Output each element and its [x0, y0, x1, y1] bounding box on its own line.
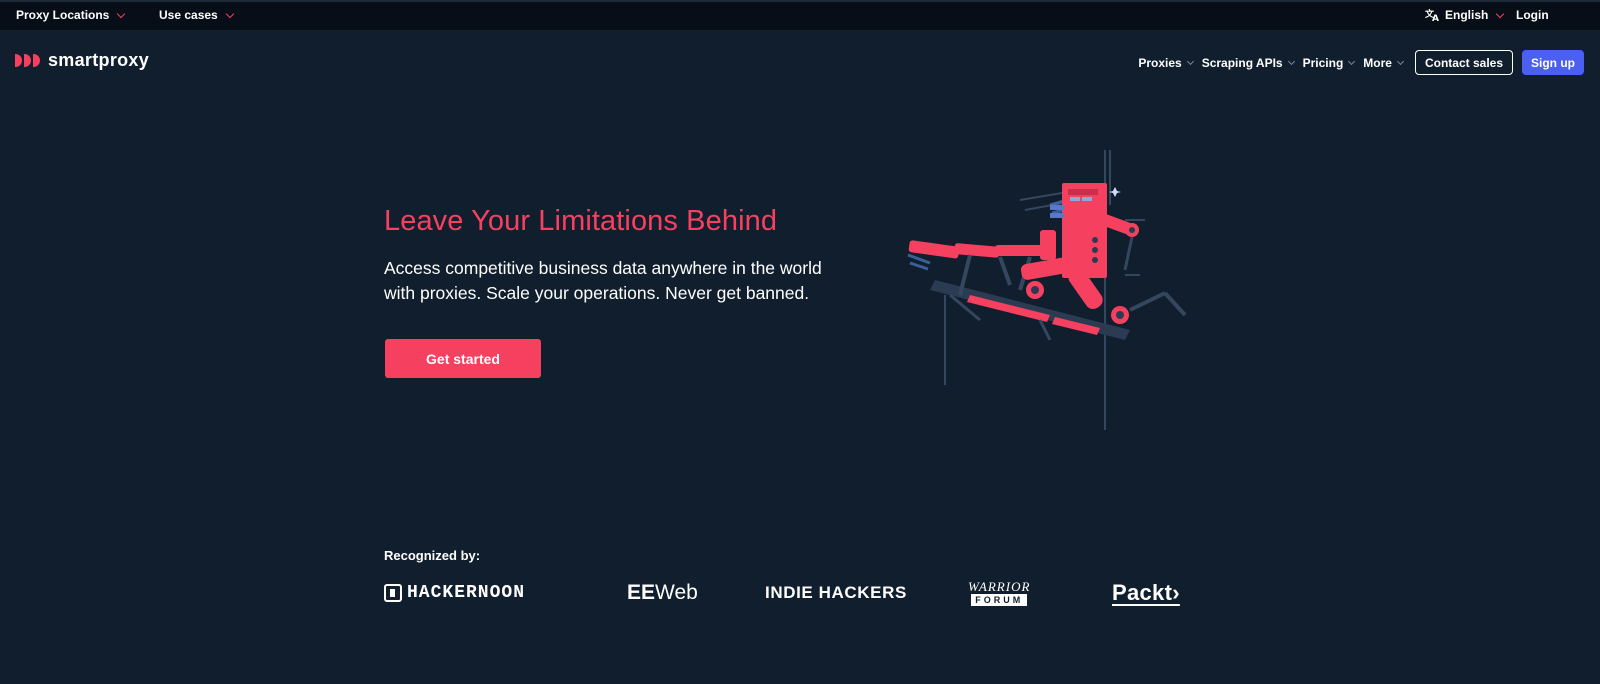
hackernoon-icon: [384, 584, 402, 602]
get-started-button[interactable]: Get started: [385, 339, 541, 378]
use-cases-menu[interactable]: Use cases: [159, 8, 234, 22]
chevron-down-icon: [1287, 57, 1295, 65]
translate-icon: 文 A: [1425, 8, 1439, 22]
chevron-down-icon: [1348, 57, 1356, 65]
sign-up-button[interactable]: Sign up: [1522, 50, 1584, 75]
warrior-forum-logo: WARRIOR FORUM: [968, 576, 1030, 610]
eeweb-logo: EE Web: [627, 576, 698, 610]
nav-item-pricing[interactable]: Pricing: [1302, 55, 1356, 70]
main-nav: Proxies Scraping APIs Pricing More Conta…: [1138, 50, 1584, 75]
eeweb-light-text: Web: [655, 581, 698, 604]
chevron-down-icon: [225, 9, 234, 18]
nav-item-proxies[interactable]: Proxies: [1138, 55, 1194, 70]
eeweb-bold-text: EE: [627, 581, 656, 604]
login-label: Login: [1516, 8, 1549, 22]
login-link[interactable]: Login: [1516, 8, 1549, 22]
packt-logo: Packt›: [1112, 580, 1180, 605]
logo-mark-icon: [15, 54, 40, 67]
warrior-text: WARRIOR: [968, 579, 1031, 594]
proxy-locations-label: Proxy Locations: [16, 8, 110, 22]
svg-text:A: A: [1432, 14, 1439, 22]
language-label: English: [1445, 8, 1489, 22]
nav-item-scraping-apis[interactable]: Scraping APIs: [1201, 55, 1295, 70]
proxy-locations-menu[interactable]: Proxy Locations: [16, 8, 126, 22]
nav-item-label: Scraping APIs: [1201, 55, 1283, 70]
robot-illustration: [907, 150, 1187, 430]
nav-item-label: Proxies: [1138, 55, 1182, 70]
use-cases-label: Use cases: [159, 8, 218, 22]
chevron-down-icon: [117, 9, 126, 18]
recognized-by-label: Recognized by:: [384, 548, 481, 563]
hackernoon-text: HACKERNOON: [407, 583, 526, 603]
nav-item-label: Pricing: [1302, 55, 1344, 70]
forum-text: FORUM: [971, 594, 1028, 606]
contact-sales-button[interactable]: Contact sales: [1414, 50, 1513, 75]
top-utility-bar: Proxy Locations Use cases 文 A English Lo…: [0, 0, 1600, 30]
logo-text: smartproxy: [48, 50, 150, 70]
nav-item-more[interactable]: More: [1363, 55, 1405, 70]
hero-title: Leave Your Limitations Behind: [384, 205, 778, 237]
chevron-down-icon: [1496, 9, 1505, 18]
hackernoon-logo: HACKERNOON: [384, 576, 525, 610]
indie-hackers-logo: INDIE HACKERS: [765, 583, 907, 602]
chevron-down-icon: [1186, 57, 1194, 65]
nav-item-label: More: [1363, 55, 1392, 70]
smartproxy-logo[interactable]: smartproxy: [15, 50, 149, 71]
chevron-down-icon: [1396, 57, 1405, 65]
language-selector[interactable]: 文 A English: [1425, 8, 1505, 22]
hero-subtitle: Access competitive business data anywher…: [384, 258, 822, 303]
recognized-brands: HACKERNOON EE Web INDIE HACKERS WARRIOR F…: [384, 576, 1204, 612]
